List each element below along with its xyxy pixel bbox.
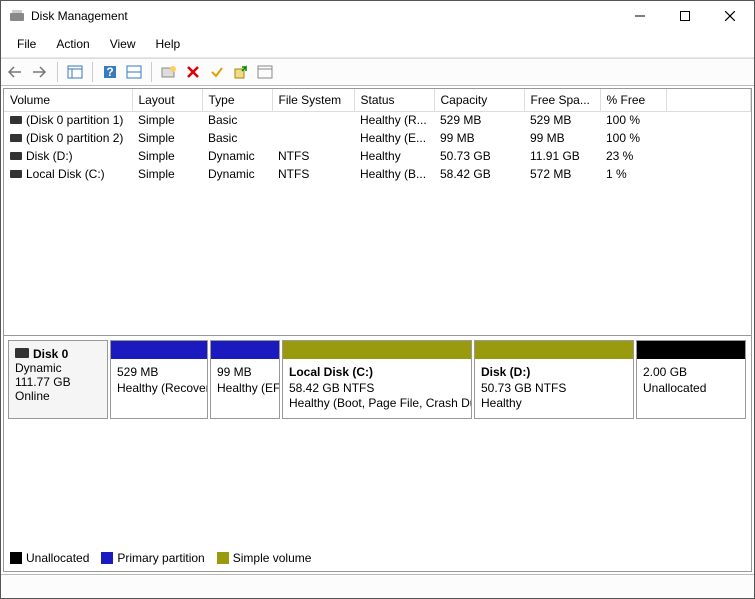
disk-header[interactable]: Disk 0 Dynamic 111.77 GB Online xyxy=(8,340,108,419)
partition[interactable]: Local Disk (C:)58.42 GB NTFSHealthy (Boo… xyxy=(282,340,472,419)
partition-status: Healthy (Recovery Partition) xyxy=(117,381,201,397)
partition-status: Healthy (Boot, Page File, Crash Dump, Pr… xyxy=(289,396,465,412)
extend-button[interactable] xyxy=(230,61,252,83)
status-bar xyxy=(1,574,754,598)
col-capacity[interactable]: Capacity xyxy=(434,89,524,111)
partition-color-bar xyxy=(211,341,279,359)
content-area: Volume Layout Type File System Status Ca… xyxy=(3,88,752,572)
partition-status: Unallocated xyxy=(643,381,739,397)
menu-action[interactable]: Action xyxy=(46,33,99,55)
volume-icon xyxy=(10,134,22,142)
volume-list[interactable]: Volume Layout Type File System Status Ca… xyxy=(4,89,751,336)
partition[interactable]: Disk (D:)50.73 GB NTFSHealthy xyxy=(474,340,634,419)
col-volume[interactable]: Volume xyxy=(4,89,132,111)
volume-icon xyxy=(10,170,22,178)
forward-button[interactable] xyxy=(29,61,51,83)
swatch-unallocated xyxy=(10,552,22,564)
menu-file[interactable]: File xyxy=(7,33,46,55)
partition[interactable]: 2.00 GBUnallocated xyxy=(636,340,746,419)
column-headers[interactable]: Volume Layout Type File System Status Ca… xyxy=(4,89,751,111)
maximize-button[interactable] xyxy=(662,1,707,31)
partition[interactable]: 99 MBHealthy (EFI System Partition) xyxy=(210,340,280,419)
partition-size: 529 MB xyxy=(117,365,201,381)
disk-icon xyxy=(15,348,29,358)
partition[interactable]: 529 MBHealthy (Recovery Partition) xyxy=(110,340,208,419)
partition-color-bar xyxy=(475,341,633,359)
legend-primary: Primary partition xyxy=(101,551,204,565)
toolbar: ? xyxy=(1,58,754,86)
app-icon xyxy=(9,8,25,24)
svg-text:?: ? xyxy=(106,65,113,79)
swatch-primary xyxy=(101,552,113,564)
table-row[interactable]: (Disk 0 partition 2)SimpleBasicHealthy (… xyxy=(4,129,751,147)
partition-size: 2.00 GB xyxy=(643,365,739,381)
title-bar: Disk Management xyxy=(1,1,754,31)
toolbar-separator xyxy=(92,62,93,82)
partition-title: Local Disk (C:) xyxy=(289,365,465,381)
graphical-view: Disk 0 Dynamic 111.77 GB Online 529 MBHe… xyxy=(4,336,751,571)
list-button[interactable] xyxy=(254,61,276,83)
menu-bar: File Action View Help xyxy=(1,31,754,58)
partition-size: 58.42 GB NTFS xyxy=(289,381,465,397)
minimize-button[interactable] xyxy=(617,1,662,31)
table-row[interactable]: Local Disk (C:)SimpleDynamicNTFSHealthy … xyxy=(4,165,751,183)
menu-view[interactable]: View xyxy=(100,33,146,55)
partition-color-bar xyxy=(111,341,207,359)
toolbar-separator xyxy=(57,62,58,82)
view-settings-button[interactable] xyxy=(64,61,86,83)
partition-color-bar xyxy=(283,341,471,359)
refresh-button[interactable] xyxy=(123,61,145,83)
partition-status: Healthy (EFI System Partition) xyxy=(217,381,273,397)
partition-color-bar xyxy=(637,341,745,359)
partition-container: 529 MBHealthy (Recovery Partition)99 MBH… xyxy=(108,340,747,419)
back-button[interactable] xyxy=(5,61,27,83)
close-button[interactable] xyxy=(707,1,752,31)
disk-size: 111.77 GB xyxy=(15,375,101,389)
col-free[interactable]: Free Spa... xyxy=(524,89,600,111)
volume-icon xyxy=(10,116,22,124)
col-layout[interactable]: Layout xyxy=(132,89,202,111)
disk-state: Online xyxy=(15,389,101,403)
col-type[interactable]: Type xyxy=(202,89,272,111)
table-row[interactable]: (Disk 0 partition 1)SimpleBasicHealthy (… xyxy=(4,111,751,129)
menu-help[interactable]: Help xyxy=(146,33,191,55)
partition-status: Healthy xyxy=(481,396,627,412)
col-pctfree[interactable]: % Free xyxy=(600,89,666,111)
col-spacer xyxy=(666,89,751,111)
partition-size: 99 MB xyxy=(217,365,273,381)
window-title: Disk Management xyxy=(31,9,617,23)
legend-unallocated: Unallocated xyxy=(10,551,89,565)
help-button[interactable]: ? xyxy=(99,61,121,83)
properties-button[interactable] xyxy=(158,61,180,83)
legend: Unallocated Primary partition Simple vol… xyxy=(10,551,311,565)
toolbar-separator xyxy=(151,62,152,82)
swatch-simple xyxy=(217,552,229,564)
ok-icon[interactable] xyxy=(206,61,228,83)
partition-title: Disk (D:) xyxy=(481,365,627,381)
disk-name: Disk 0 xyxy=(33,347,68,361)
legend-simple: Simple volume xyxy=(217,551,312,565)
disk-type: Dynamic xyxy=(15,361,101,375)
disk-row[interactable]: Disk 0 Dynamic 111.77 GB Online 529 MBHe… xyxy=(8,340,747,419)
col-status[interactable]: Status xyxy=(354,89,434,111)
delete-button[interactable] xyxy=(182,61,204,83)
table-row[interactable]: Disk (D:)SimpleDynamicNTFSHealthy50.73 G… xyxy=(4,147,751,165)
volume-icon xyxy=(10,152,22,160)
col-filesystem[interactable]: File System xyxy=(272,89,354,111)
partition-size: 50.73 GB NTFS xyxy=(481,381,627,397)
